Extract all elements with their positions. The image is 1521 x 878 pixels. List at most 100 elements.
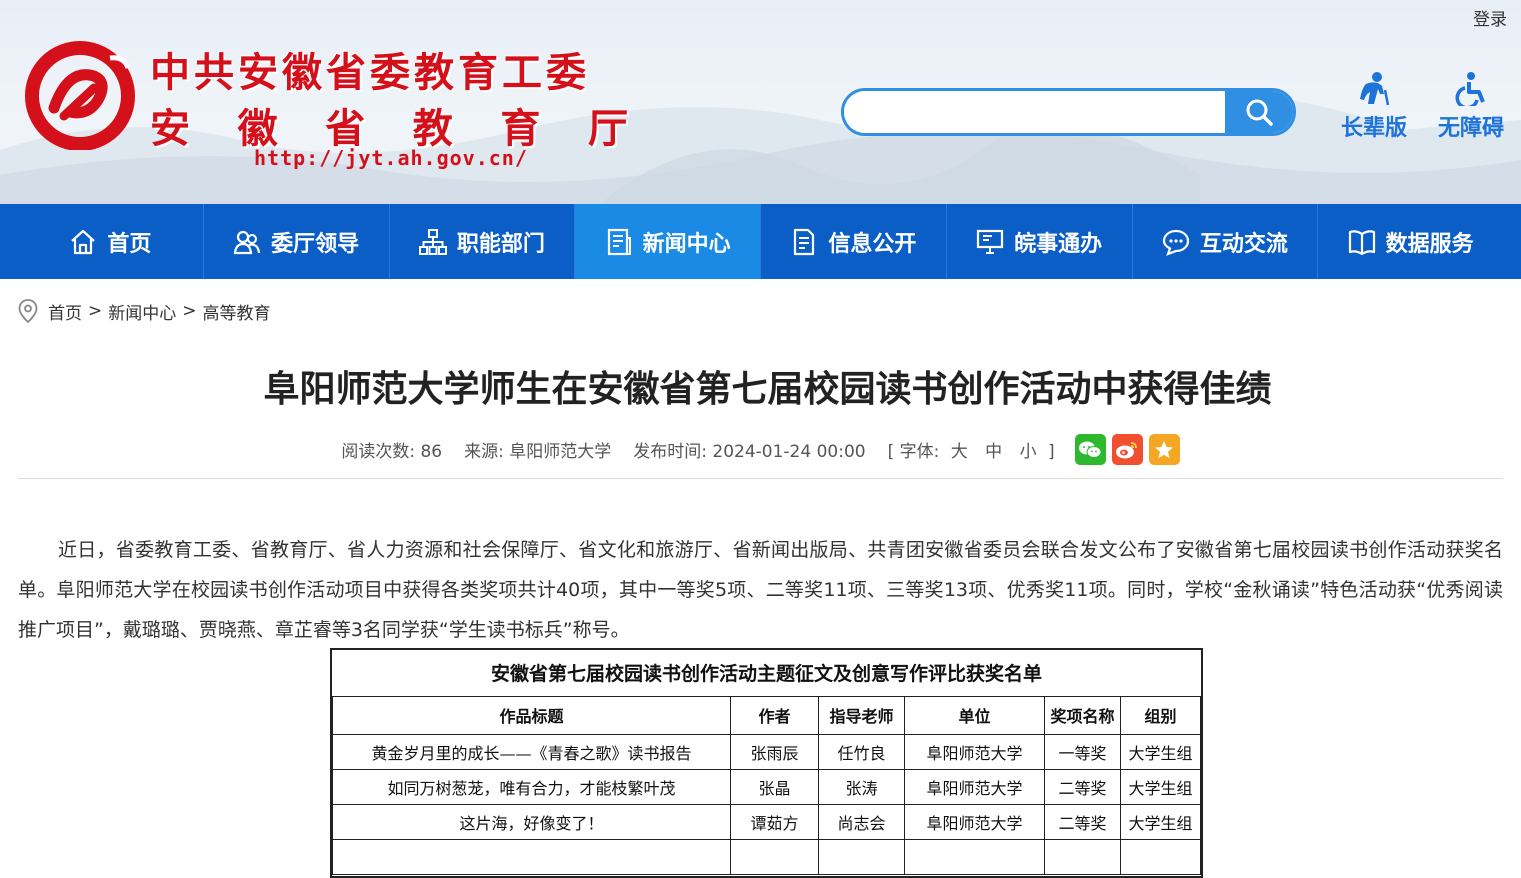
award-cell [730,838,819,875]
award-row [332,838,1201,875]
elder-mode-button[interactable]: 长辈版 [1334,72,1414,142]
award-cell: 张晶 [730,768,819,805]
people-icon [233,230,261,254]
nav-item-leaders[interactable]: 委厅领导 [204,204,390,279]
nav-item-services[interactable]: 皖事通办 [947,204,1133,279]
search-icon [1246,99,1273,126]
article-title: 阜阳师范大学师生在安徽省第七届校园读书创作活动中获得佳绩 [263,369,1272,410]
nav-label: 互动交流 [1199,231,1288,257]
award-col-author: 作者 [730,695,819,735]
font-size-prefix: [ 字体: [887,442,940,462]
accessibility-label: 无障碍 [1437,116,1504,141]
site-title-char: 安 [150,105,190,152]
award-cell: 张涛 [818,768,905,805]
font-size-control: [ 字体: 大 中 小 ] [888,437,1055,462]
award-cell: 二等奖 [1044,803,1121,840]
chat-icon [1162,229,1189,256]
award-cell: 一等奖 [1044,733,1121,770]
award-cell: 如同万树葱茏，唯有合力，才能枝繁叶茂 [332,768,731,805]
award-cell: 尚志会 [818,803,905,840]
award-col-group: 组别 [1120,695,1201,735]
award-cell: 阜阳师范大学 [904,803,1045,840]
award-cell: 阜阳师范大学 [904,733,1045,770]
font-size-medium[interactable]: 中 [985,442,1002,462]
site-header: 登录 中共安徽省委教育工委 安 徽 省 教 育 厅 http://jyt.ah.… [0,0,1521,204]
site-title-primary: 中共安徽省委教育工委 [150,49,590,96]
award-col-prize: 奖项名称 [1044,695,1121,735]
award-cell: 张雨辰 [730,733,819,770]
share-wechat-button[interactable] [1074,434,1106,465]
breadcrumb-news[interactable]: 新闻中心 [108,299,176,324]
award-row: 黄金岁月里的成长——《青春之歌》读书报告 张雨辰 任竹良 阜阳师范大学 一等奖 … [332,733,1201,770]
book-icon [1348,229,1375,255]
award-cell: 大学生组 [1120,803,1201,840]
accessibility-icon [1455,72,1485,106]
breadcrumb-separator: > [182,301,197,321]
nav-label: 数据服务 [1385,231,1474,257]
search-box [841,88,1296,136]
breadcrumb-current[interactable]: 高等教育 [203,299,271,324]
breadcrumb-home[interactable]: 首页 [48,299,82,324]
nav-label: 新闻中心 [642,231,731,257]
nav-item-news[interactable]: 新闻中心 [575,204,761,279]
award-col-advisor: 指导老师 [818,695,905,735]
award-row: 如同万树葱茏，唯有合力，才能枝繁叶茂 张晶 张涛 阜阳师范大学 二等奖 大学生组 [332,768,1201,805]
share-weibo-button[interactable] [1111,434,1143,465]
nav-label: 委厅领导 [271,231,360,257]
location-pin-icon [18,299,38,323]
award-cell: 这片海，好像变了！ [332,803,731,840]
nav-label: 首页 [107,231,152,257]
nav-item-data-services[interactable]: 数据服务 [1318,204,1503,279]
award-list-image: 安徽省第七届校园读书创作活动主题征文及创意写作评比获奖名单 作品标题 作者 指导… [330,648,1203,878]
org-chart-icon [418,228,447,255]
award-cell [818,838,905,875]
article-body: 近日，省委教育工委、省教育厅、省人力资源和社会保障厅、省文化和旅游厅、省新闻出版… [18,539,1503,641]
award-table: 安徽省第七届校园读书创作活动主题征文及创意写作评比获奖名单 作品标题 作者 指导… [332,650,1201,875]
weibo-icon [1116,441,1138,458]
star-icon [1155,440,1174,458]
elder-mode-label: 长辈版 [1340,116,1407,141]
award-cell: 黄金岁月里的成长——《青春之歌》读书报告 [332,733,731,770]
site-logo-icon [25,41,135,150]
login-link[interactable]: 登录 [1473,5,1507,30]
award-cell: 任竹良 [818,733,905,770]
award-col-title: 作品标题 [332,695,731,735]
favorite-button[interactable] [1148,434,1180,465]
document-icon [794,228,815,255]
main-nav: 首页 委厅领导 职能部门 新闻中心 信息公开 皖事通办 互动交流 数据服务 [0,204,1521,279]
site-url: http://jyt.ah.gov.cn/ [254,146,528,170]
nav-label: 皖事通办 [1014,231,1103,257]
monitor-icon [977,229,1004,254]
font-size-suffix: ] [1047,442,1055,462]
award-col-unit: 单位 [904,695,1045,735]
award-cell [904,838,1045,875]
award-row: 这片海，好像变了！ 谭茹方 尚志会 阜阳师范大学 二等奖 大学生组 [332,803,1201,840]
nav-label: 信息公开 [828,231,917,257]
accessibility-button[interactable]: 无障碍 [1431,72,1511,142]
home-icon [71,229,96,254]
nav-item-departments[interactable]: 职能部门 [390,204,576,279]
breadcrumb-separator: > [88,301,103,321]
nav-item-interaction[interactable]: 互动交流 [1133,204,1319,279]
award-cell [332,838,731,875]
nav-label: 职能部门 [456,231,545,257]
award-table-caption: 安徽省第七届校园读书创作活动主题征文及创意写作评比获奖名单 [332,650,1201,697]
nav-item-home[interactable]: 首页 [18,204,204,279]
view-count: 阅读次数: 86 [341,442,443,462]
nav-item-info-disclosure[interactable]: 信息公开 [761,204,947,279]
award-cell: 阜阳师范大学 [904,768,1045,805]
wechat-icon [1079,441,1102,458]
article-meta: 阅读次数: 86 来源: 阜阳师范大学 发布时间: 2024-01-24 00:… [0,434,1521,465]
award-cell: 大学生组 [1120,768,1201,805]
font-size-large[interactable]: 大 [951,442,968,462]
award-cell [1120,838,1201,875]
font-size-small[interactable]: 小 [1020,442,1037,462]
elder-icon [1360,72,1390,106]
award-cell [1044,838,1121,875]
search-input[interactable] [844,91,1226,133]
award-cell: 谭茹方 [730,803,819,840]
publish-time: 发布时间: 2024-01-24 00:00 [633,442,866,462]
breadcrumb: 首页 > 新闻中心 > 高等教育 [18,298,271,324]
award-cell: 二等奖 [1044,768,1121,805]
search-button[interactable] [1225,91,1293,133]
